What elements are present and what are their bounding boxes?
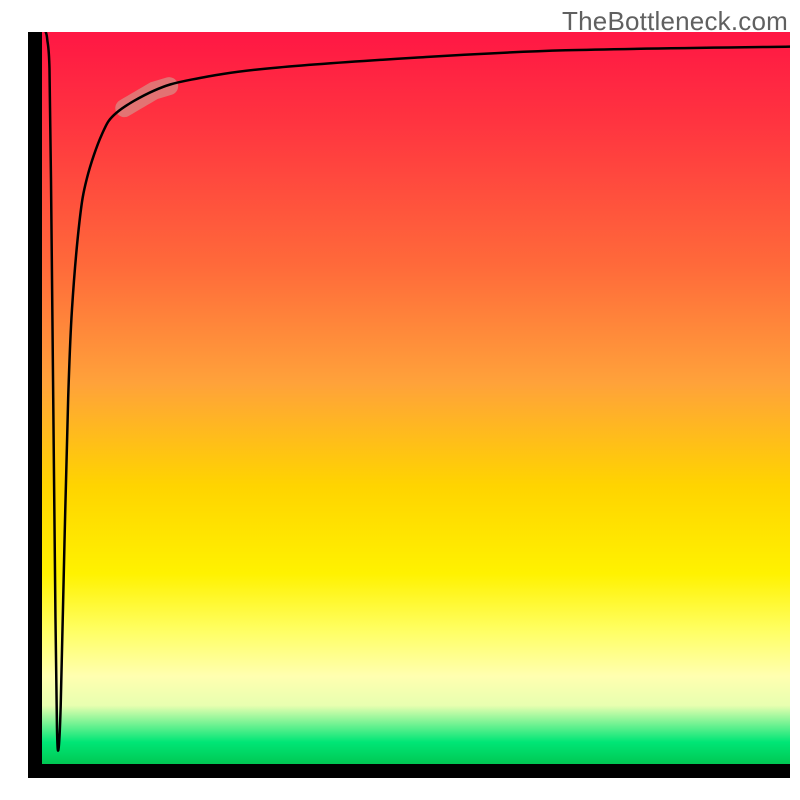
y-axis (28, 32, 42, 778)
plot-area (42, 32, 790, 764)
watermark-label: TheBottleneck.com (562, 6, 788, 37)
chart-canvas (42, 32, 790, 764)
highlight-segment (124, 86, 169, 108)
x-axis (28, 764, 790, 778)
curve-line (46, 32, 790, 751)
chart-frame: TheBottleneck.com (0, 0, 800, 800)
